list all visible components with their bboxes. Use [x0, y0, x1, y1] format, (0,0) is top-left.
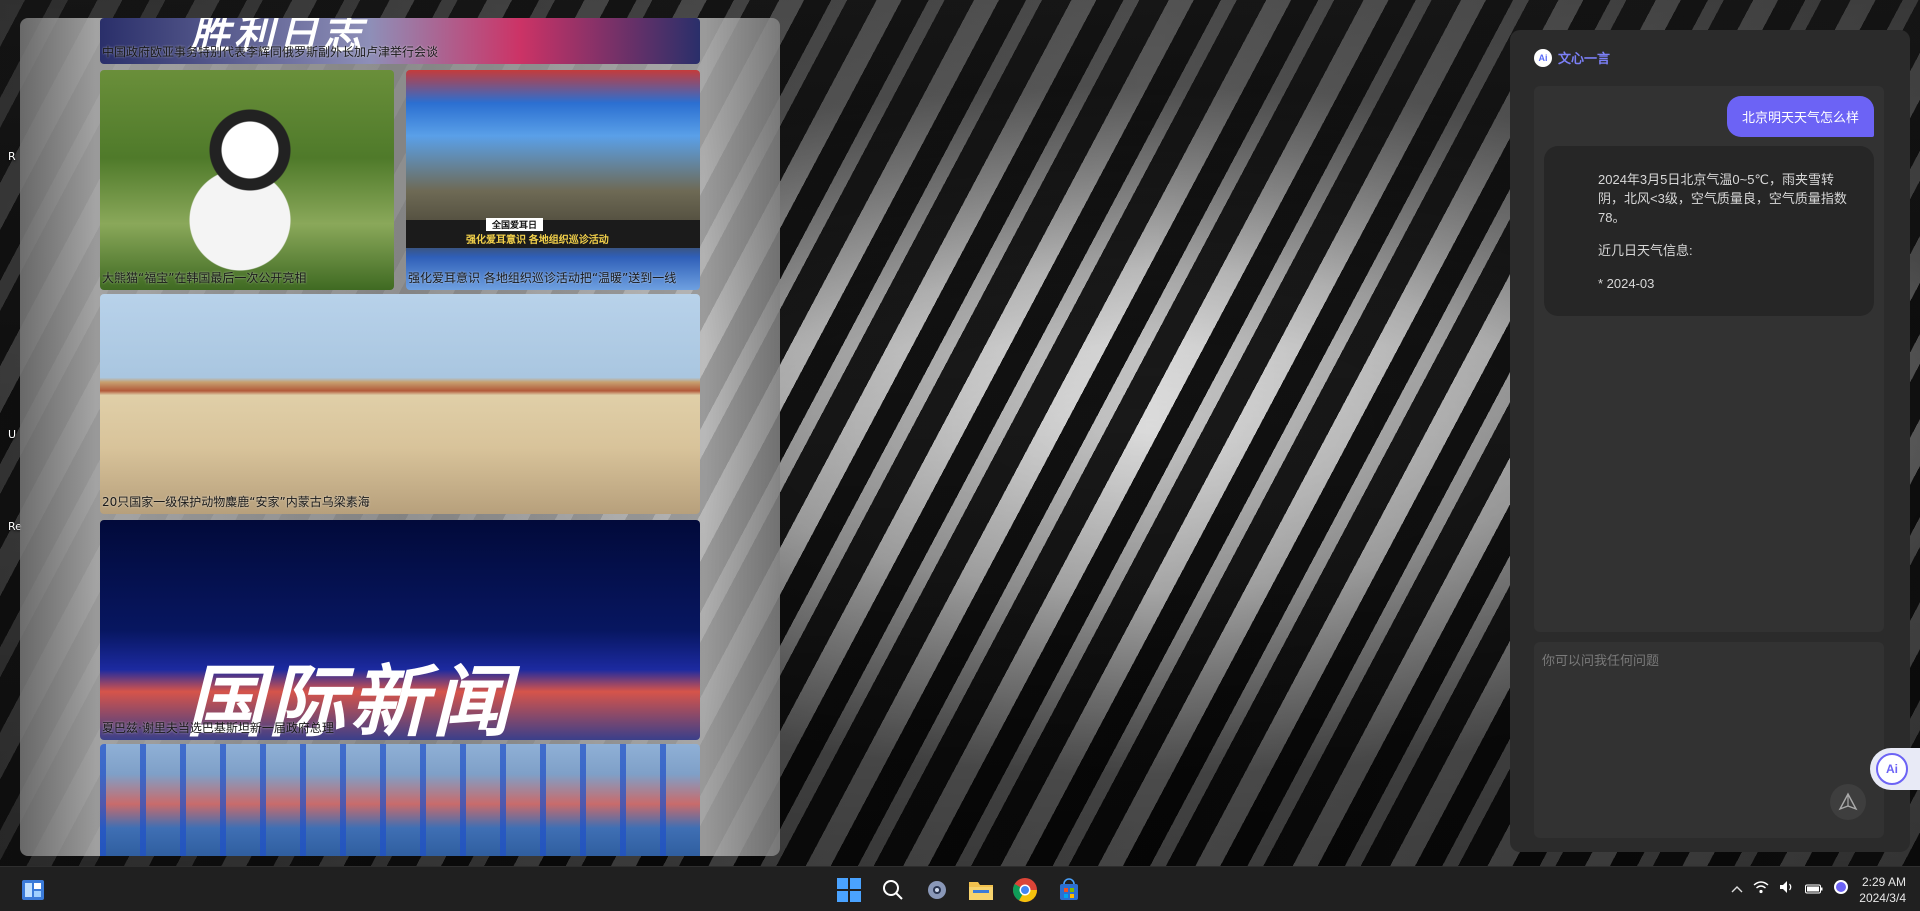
start-icon[interactable]	[834, 875, 864, 905]
clock-time: 2:29 AM	[1861, 874, 1906, 889]
chevron-up-icon[interactable]	[1731, 883, 1743, 897]
news-overlay-subtitle: 强化爱耳意识 各地组织巡诊活动	[466, 235, 609, 246]
chat-input[interactable]	[1542, 650, 1876, 830]
chat-input-container	[1534, 642, 1884, 838]
clock[interactable]: 2:29 AM 2024/3/4	[1859, 874, 1906, 906]
news-card[interactable]: 20只国家一级保护动物麋鹿“安家”内蒙古乌梁素海	[100, 294, 700, 514]
clock-date: 2024/3/4	[1859, 890, 1906, 905]
news-caption: 中国政府欧亚事务特别代表李辉同俄罗斯副外长加卢津举行会谈	[102, 45, 439, 59]
ai-header: Ai 文心一言	[1534, 48, 1610, 67]
widgets-icon[interactable]	[18, 875, 48, 905]
send-button[interactable]	[1830, 784, 1866, 820]
news-overlay-tag: 全国爱耳日	[486, 218, 544, 231]
assistant-reply-paragraph: * 2024-03	[1598, 276, 1655, 291]
news-widget-panel: 胜利日志 中国政府欧亚事务特别代表李辉同俄罗斯副外长加卢津举行会谈 大熊猫“福宝…	[20, 18, 780, 856]
news-thumbnail	[100, 70, 394, 290]
news-caption: 夏巴兹·谢里夫当选巴基斯坦新一届政府总理	[102, 721, 334, 735]
wifi-icon[interactable]	[1753, 880, 1769, 899]
taskbar: 2:29 AM 2024/3/4	[0, 866, 1920, 911]
news-caption: 20只国家一级保护动物麋鹿“安家”内蒙古乌梁素海	[102, 495, 370, 509]
user-message-bubble: 北京明天天气怎么样	[1726, 96, 1874, 137]
battery-icon[interactable]	[1805, 881, 1823, 899]
file-explorer-icon[interactable]	[966, 875, 996, 905]
ai-logo-icon: Ai	[1534, 48, 1552, 67]
send-icon	[1838, 792, 1858, 811]
news-card[interactable]	[100, 744, 700, 856]
news-thumbnail	[100, 744, 700, 856]
ai-assistant-panel: Ai 文心一言 北京明天天气怎么样 2024年3月5日北京气温0~5℃，雨夹雪转…	[1510, 30, 1910, 852]
news-card[interactable]: 胜利日志 中国政府欧亚事务特别代表李辉同俄罗斯副外长加卢津举行会谈	[100, 18, 700, 64]
floating-ai-button[interactable]: Ai	[1870, 748, 1920, 790]
news-caption: 强化爱耳意识 各地组织巡诊活动把“温暖”送到一线	[408, 271, 677, 285]
chrome-icon[interactable]	[1010, 875, 1040, 905]
news-card[interactable]: 全国爱耳日 强化爱耳意识 各地组织巡诊活动 强化爱耳意识 各地组织巡诊活动把“温…	[406, 70, 700, 290]
desktop-icon-label[interactable]: R	[8, 150, 16, 163]
assistant-reply-paragraph: 近几日天气信息:	[1598, 243, 1693, 258]
ai-float-icon: Ai	[1876, 753, 1908, 785]
chat-history[interactable]: 北京明天天气怎么样 2024年3月5日北京气温0~5℃，雨夹雪转阴，北风<3级，…	[1534, 86, 1884, 632]
settings-icon[interactable]	[922, 875, 952, 905]
volume-icon[interactable]	[1779, 880, 1795, 899]
news-thumbnail	[100, 294, 700, 514]
desktop-icon-label[interactable]: U	[8, 428, 16, 441]
news-card[interactable]: 大熊猫“福宝”在韩国最后一次公开亮相	[100, 70, 394, 290]
news-caption: 大熊猫“福宝”在韩国最后一次公开亮相	[102, 271, 307, 285]
store-icon[interactable]	[1054, 875, 1084, 905]
search-icon[interactable]	[878, 875, 908, 905]
news-card[interactable]: 国际新闻 夏巴兹·谢里夫当选巴基斯坦新一届政府总理	[100, 520, 700, 740]
ai-app-title: 文心一言	[1558, 51, 1611, 66]
ai-tray-icon[interactable]	[1833, 879, 1849, 900]
news-thumbnail	[406, 70, 700, 290]
assistant-message-bubble: 2024年3月5日北京气温0~5℃，雨夹雪转阴，北风<3级，空气质量良，空气质量…	[1544, 146, 1874, 316]
assistant-reply-paragraph: 2024年3月5日北京气温0~5℃，雨夹雪转阴，北风<3级，空气质量良，空气质量…	[1598, 172, 1847, 225]
system-tray: 2:29 AM 2024/3/4	[1731, 867, 1906, 911]
